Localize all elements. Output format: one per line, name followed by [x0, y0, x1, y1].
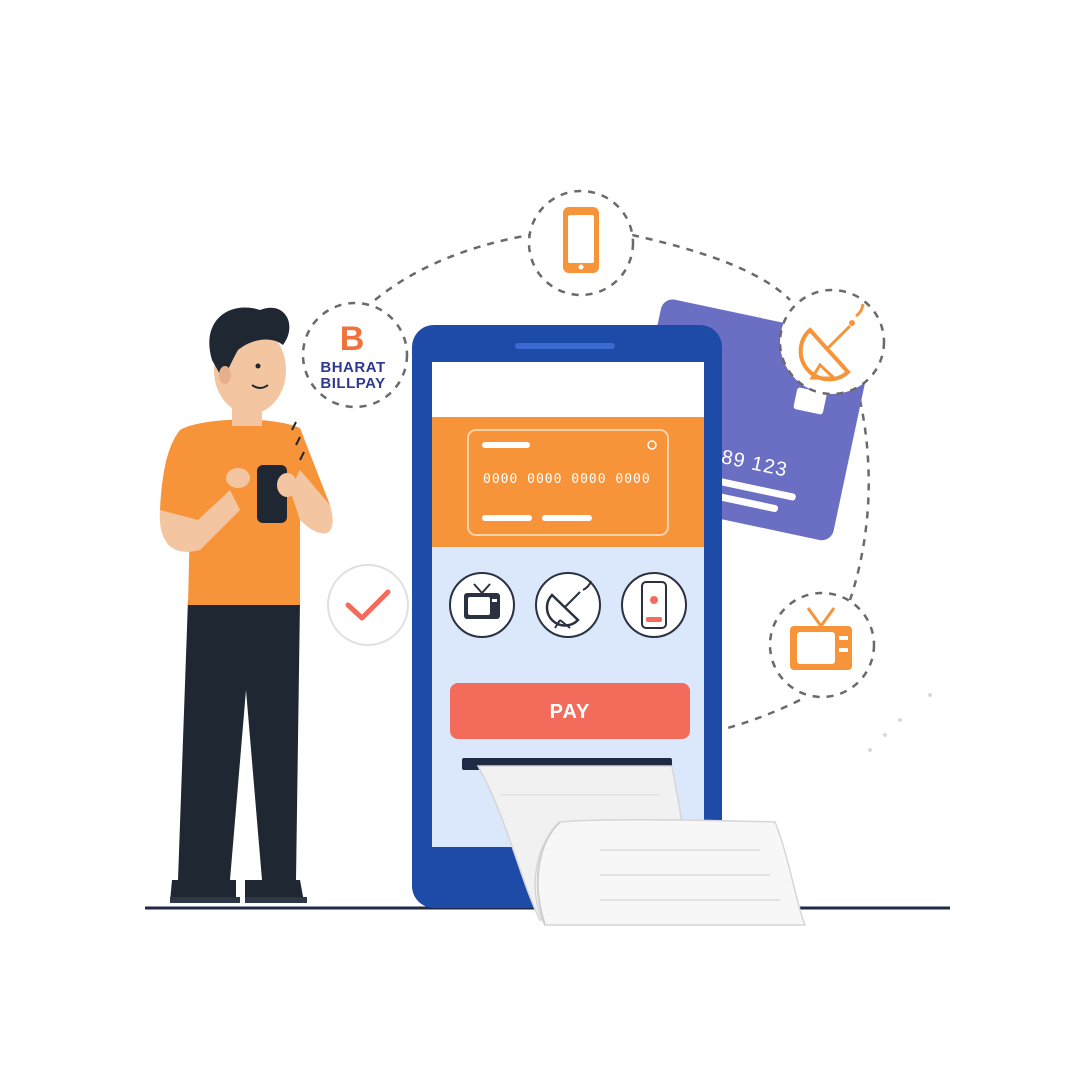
- pay-button[interactable]: PAY: [450, 683, 690, 739]
- pay-button-label: PAY: [550, 701, 591, 723]
- bbp-letter: B: [340, 320, 365, 358]
- bbp-line2: BILLPAY: [320, 375, 385, 392]
- orbit-tv-icon: [768, 591, 876, 699]
- orbit-mobile-phone-icon: [527, 189, 635, 297]
- decorative-dots: [868, 693, 932, 752]
- orbit-satellite-dish-icon: [778, 288, 886, 396]
- bharat-billpay-logo: B BHARAT BILLPAY: [301, 301, 409, 409]
- scene: 789 123 0000 0000 0000 0000 PAY B BHARAT…: [145, 189, 950, 926]
- orbit-checkmark-icon: [327, 564, 409, 646]
- illustration: 789 123 0000 0000 0000 0000 PAY B BHARAT…: [0, 0, 1080, 1080]
- man-figure: [159, 307, 333, 903]
- service-satellite-dish-icon[interactable]: [535, 572, 601, 638]
- service-mobile-phone-icon[interactable]: [621, 572, 687, 638]
- bbp-line1: BHARAT: [320, 359, 385, 376]
- service-tv-icon[interactable]: [449, 572, 515, 638]
- card-number: 0000 0000 0000 0000: [483, 472, 651, 487]
